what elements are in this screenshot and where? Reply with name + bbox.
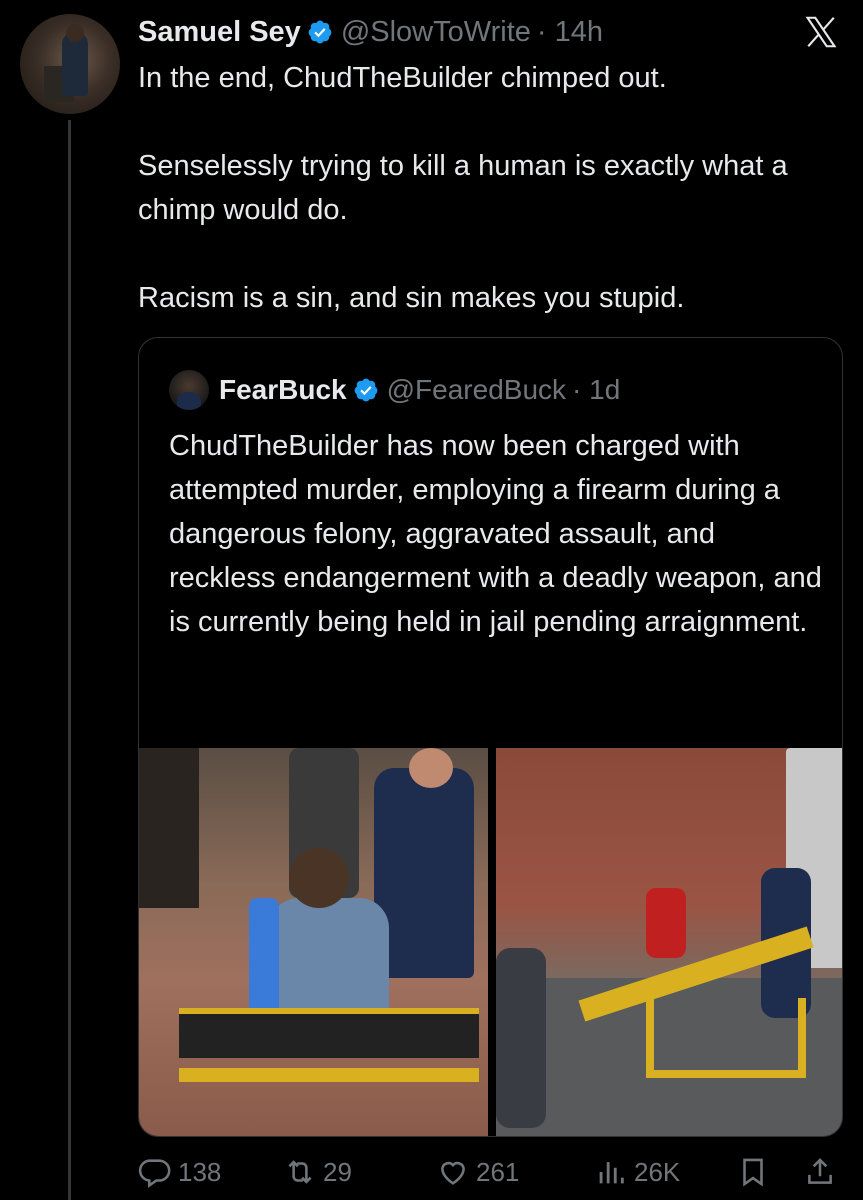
like-count: 261 — [476, 1156, 520, 1187]
reply-button[interactable]: 138 — [138, 1155, 221, 1189]
quoted-tweet-text: ChudTheBuilder has now been charged with… — [169, 430, 822, 638]
quoted-tweet-media — [139, 748, 842, 1136]
bookmark-button[interactable] — [736, 1155, 776, 1189]
retweet-icon — [288, 1160, 312, 1184]
views-button[interactable]: 26K — [594, 1155, 680, 1189]
quoted-author-name[interactable]: FearBuck — [219, 374, 347, 406]
views-count: 26K — [634, 1156, 681, 1187]
x-logo-icon[interactable] — [803, 14, 839, 50]
quoted-tweet[interactable]: FearBuck @FearedBuck · 1d ChudTheBuilder… — [138, 337, 843, 1137]
photo-wheel — [179, 1068, 479, 1082]
photo-medic-left — [495, 948, 546, 1128]
share-icon — [808, 1158, 832, 1184]
like-button[interactable]: 261 — [436, 1155, 519, 1189]
views-icon — [599, 1162, 624, 1184]
reply-icon — [138, 1159, 171, 1188]
photo-patient-head — [289, 848, 349, 908]
heart-icon — [441, 1161, 465, 1185]
photo-stretcher-legs — [645, 998, 806, 1078]
photo-stretcher-pad — [249, 898, 279, 1018]
reply-count: 138 — [178, 1156, 222, 1187]
photo-red-shirt — [645, 888, 686, 958]
media-photo-2[interactable] — [495, 748, 842, 1136]
retweet-button[interactable]: 29 — [283, 1155, 352, 1189]
photo-medic-head — [409, 748, 453, 788]
avatar-head — [66, 24, 84, 42]
author-avatar[interactable] — [20, 14, 120, 114]
verified-badge-icon — [307, 19, 333, 45]
tweet-time[interactable]: · 14h — [537, 16, 603, 49]
photo-stretcher — [179, 1008, 479, 1058]
tweet-text: In the end, ChudTheBuilder chimped out. … — [138, 62, 788, 314]
verified-badge-icon — [353, 377, 379, 403]
photo-medic — [374, 768, 474, 978]
thread-line — [68, 120, 71, 1200]
media-photo-1[interactable] — [139, 748, 488, 1136]
quoted-tweet-header: FearBuck @FearedBuck · 1d — [169, 370, 620, 410]
quoted-tweet-time[interactable]: · 1d — [572, 374, 620, 406]
author-name[interactable]: Samuel Sey — [138, 16, 301, 49]
photo-shadow — [139, 748, 199, 908]
quoted-author-handle[interactable]: @FearedBuck — [387, 374, 566, 406]
tweet-header: Samuel Sey @SlowToWrite · 14h — [138, 12, 603, 52]
share-button[interactable] — [803, 1155, 843, 1189]
author-handle[interactable]: @SlowToWrite — [341, 16, 531, 49]
retweet-count: 29 — [323, 1156, 352, 1187]
quoted-author-avatar[interactable] — [169, 370, 209, 410]
tweet-actions: 138 29 261 26K — [138, 1150, 838, 1194]
bookmark-icon — [743, 1158, 763, 1187]
